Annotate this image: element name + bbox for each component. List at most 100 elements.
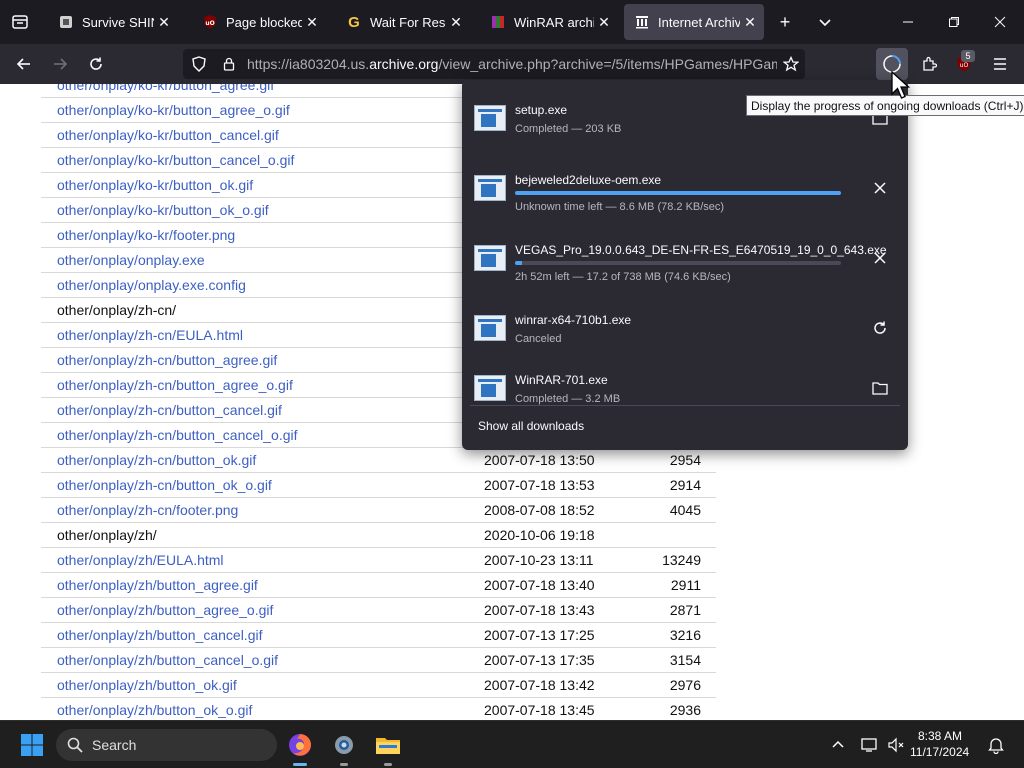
- close-icon[interactable]: ✕: [302, 12, 322, 32]
- download-filename: bejeweled2deluxe-oem.exe: [515, 173, 662, 187]
- retry-icon[interactable]: [868, 316, 892, 340]
- download-item[interactable]: bejeweled2deluxe-oem.exe Unknown time lef…: [462, 155, 908, 215]
- tab-title: Survive SHIN: [82, 14, 154, 30]
- close-icon[interactable]: ✕: [594, 12, 614, 32]
- tab-survive[interactable]: Survive SHIN ✕: [48, 4, 178, 40]
- new-tab-icon[interactable]: +: [773, 10, 797, 34]
- start-windows-icon[interactable]: [16, 729, 48, 761]
- exe-file-icon: [474, 245, 506, 271]
- archive-icon: [634, 14, 650, 30]
- settings-gear-icon[interactable]: [328, 729, 360, 761]
- minimize-icon[interactable]: [896, 10, 920, 34]
- file-row: other/onplay/zh/button_agree_o.gif 2007-0…: [41, 598, 716, 623]
- file-date: 2020-10-06 19:18: [484, 527, 595, 543]
- download-progress-bar: [515, 261, 841, 265]
- reload-icon[interactable]: [82, 50, 110, 78]
- file-date: 2007-07-18 13:50: [484, 452, 595, 468]
- tab-page-blocked[interactable]: uO Page blocked ✕: [192, 4, 326, 40]
- download-item[interactable]: VEGAS_Pro_19.0.0.643_DE-EN-FR-ES_E647051…: [462, 225, 908, 285]
- file-link[interactable]: other/onplay/zh-cn/button_agree_o.gif: [57, 377, 293, 393]
- tab-wait-for-resource[interactable]: G Wait For Resour ✕: [336, 4, 470, 40]
- file-date: 2008-07-08 18:52: [484, 502, 595, 518]
- firefox-view-icon[interactable]: [6, 8, 34, 36]
- lock-icon[interactable]: [221, 56, 237, 72]
- file-size: 2911: [670, 577, 701, 593]
- file-link[interactable]: other/onplay/onplay.exe: [57, 252, 205, 268]
- file-link[interactable]: other/onplay/ko-kr/button_agree.gif: [57, 84, 274, 93]
- window-close-icon[interactable]: [988, 10, 1012, 34]
- extensions-icon[interactable]: [915, 50, 943, 78]
- file-link[interactable]: other/onplay/zh/button_agree.gif: [57, 577, 258, 593]
- file-size: 13249: [662, 552, 701, 568]
- download-status: Unknown time left — 8.6 MB (78.2 KB/sec): [515, 201, 725, 213]
- list-all-tabs-icon[interactable]: [813, 10, 837, 34]
- taskbar-search[interactable]: Search: [56, 729, 277, 761]
- download-progress-bar: [515, 191, 841, 195]
- search-label: Search: [92, 737, 137, 753]
- file-link[interactable]: other/onplay/ko-kr/button_cancel.gif: [57, 127, 279, 143]
- file-row: other/onplay/zh-cn/button_ok.gif 2007-07-…: [41, 448, 716, 473]
- download-status: Completed — 3.2 MB: [515, 393, 621, 405]
- file-link[interactable]: other/onplay/onplay.exe.config: [57, 277, 246, 293]
- file-link[interactable]: other/onplay/zh-cn/button_agree.gif: [57, 352, 277, 368]
- notification-bell-icon[interactable]: [980, 729, 1012, 761]
- file-link[interactable]: other/onplay/ko-kr/button_ok.gif: [57, 177, 253, 193]
- file-link[interactable]: other/onplay/zh/button_agree_o.gif: [57, 602, 273, 618]
- tab-internet-archive[interactable]: Internet Archive ✕: [624, 4, 764, 40]
- exe-file-icon: [474, 175, 506, 201]
- file-size: 2936: [669, 702, 701, 718]
- bookmark-star-icon[interactable]: [777, 56, 805, 72]
- file-link[interactable]: other/onplay/zh/EULA.html: [57, 552, 224, 568]
- download-item[interactable]: WinRAR-701.exe Completed — 3.2 MB: [462, 355, 908, 415]
- file-link[interactable]: other/onplay/zh-cn/button_ok_o.gif: [57, 477, 272, 493]
- file-link[interactable]: other/onplay/zh/button_cancel.gif: [57, 627, 262, 643]
- download-filename: winrar-x64-710b1.exe: [515, 313, 632, 327]
- file-link[interactable]: other/onplay/zh/button_cancel_o.gif: [57, 652, 278, 668]
- cancel-icon[interactable]: [868, 246, 892, 270]
- file-link[interactable]: other/onplay/ko-kr/button_ok_o.gif: [57, 202, 269, 218]
- file-row: other/onplay/zh/button_ok_o.gif 2007-07-1…: [41, 698, 716, 720]
- download-status: Canceled: [515, 333, 562, 345]
- tab-winrar[interactable]: WinRAR archive ✕: [480, 4, 618, 40]
- file-link[interactable]: other/onplay/zh-cn/button_cancel.gif: [57, 402, 282, 418]
- file-row: other/onplay/zh/EULA.html 2007-10-23 13:1…: [41, 548, 716, 573]
- url-text[interactable]: https://ia803204.us.archive.org/view_arc…: [247, 56, 777, 72]
- file-date: 2007-07-18 13:45: [484, 702, 595, 718]
- file-link[interactable]: other/onplay/zh-cn/footer.png: [57, 502, 238, 518]
- tab-title: Page blocked: [226, 14, 302, 30]
- show-all-downloads-link[interactable]: Show all downloads: [478, 419, 584, 433]
- svg-text:uO: uO: [205, 20, 214, 27]
- system-clock[interactable]: 8:38 AM 11/17/2024: [910, 728, 969, 760]
- taskbar: Search 8:38 AM 11/17/2024: [0, 720, 1024, 768]
- file-link[interactable]: other/onplay/ko-kr/button_agree_o.gif: [57, 102, 290, 118]
- menu-icon[interactable]: [986, 50, 1014, 78]
- close-icon[interactable]: ✕: [154, 12, 174, 32]
- restore-icon[interactable]: [942, 10, 966, 34]
- forward-icon[interactable]: [46, 50, 74, 78]
- cancel-icon[interactable]: [868, 176, 892, 200]
- file-size: 2871: [669, 602, 701, 618]
- url-bar[interactable]: https://ia803204.us.archive.org/view_arc…: [183, 49, 805, 79]
- file-link[interactable]: other/onplay/zh-cn/EULA.html: [57, 327, 243, 343]
- clock-time: 8:38 AM: [917, 729, 962, 743]
- tab-title: Wait For Resour: [370, 14, 446, 30]
- download-item[interactable]: winrar-x64-710b1.exe Canceled: [462, 295, 908, 355]
- volume-muted-icon[interactable]: [880, 729, 912, 761]
- close-icon[interactable]: ✕: [740, 12, 760, 32]
- file-size: 2976: [669, 677, 701, 693]
- show-hidden-icons-icon[interactable]: [822, 729, 854, 761]
- file-link[interactable]: other/onplay/ko-kr/footer.png: [57, 227, 235, 243]
- download-filename: setup.exe: [515, 103, 568, 117]
- google-g-icon: G: [348, 13, 360, 31]
- file-link[interactable]: other/onplay/zh-cn/button_cancel_o.gif: [57, 427, 298, 443]
- file-link[interactable]: other/onplay/zh-cn/button_ok.gif: [57, 452, 256, 468]
- file-link[interactable]: other/onplay/ko-kr/button_cancel_o.gif: [57, 152, 294, 168]
- file-explorer-icon[interactable]: [372, 729, 404, 761]
- back-icon[interactable]: [10, 50, 38, 78]
- file-link[interactable]: other/onplay/zh/button_ok_o.gif: [57, 702, 252, 718]
- firefox-icon[interactable]: [284, 729, 316, 761]
- close-icon[interactable]: ✕: [446, 12, 466, 32]
- folder-icon[interactable]: [868, 376, 892, 400]
- tracking-protection-icon[interactable]: [191, 56, 207, 72]
- file-link[interactable]: other/onplay/zh/button_ok.gif: [57, 677, 237, 693]
